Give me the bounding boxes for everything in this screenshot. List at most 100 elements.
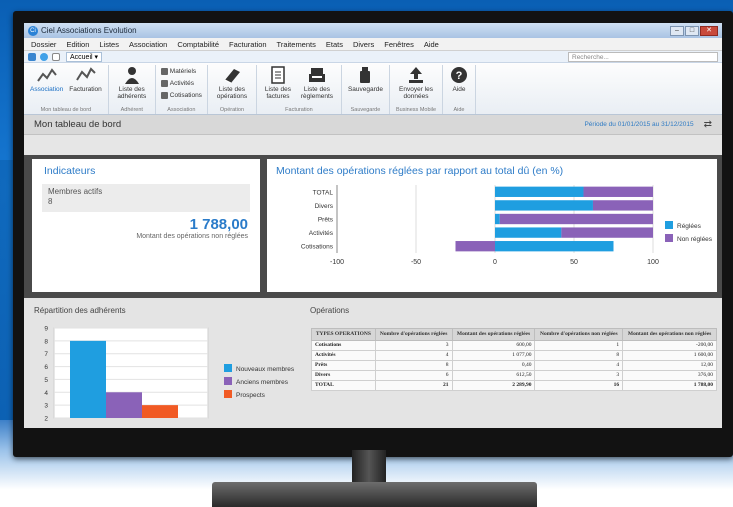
- ribbon-group-business-mobile: Envoyer les données Business Mobile: [390, 65, 443, 114]
- bar-réglées: [495, 186, 584, 197]
- document-icon[interactable]: [52, 52, 60, 61]
- bar-prospects: [142, 405, 178, 418]
- liste-factures-button[interactable]: Liste des factures: [263, 65, 293, 106]
- menu-etats[interactable]: Etats: [321, 40, 348, 49]
- activites-button[interactable]: Activités: [160, 79, 202, 87]
- ribbon-group-aide: ? Aide Aide: [443, 65, 476, 114]
- cotisation-icon: [160, 91, 168, 99]
- unpaid-amount: 1 788,00: [189, 216, 248, 233]
- app-logo-icon: Ci: [28, 25, 38, 36]
- bar-anciens-membres: [106, 392, 142, 418]
- table-total-row: TOTAL 21 2 289,90 16 1 788,00: [311, 379, 717, 391]
- table-row: Cotisations 3 600,00 1 -200,00: [311, 339, 717, 351]
- indicators-title: Indicateurs: [44, 165, 96, 177]
- sauvegarde-button[interactable]: Sauvegarde: [348, 65, 383, 106]
- category-label: Activités: [309, 230, 334, 237]
- menu-divers[interactable]: Divers: [348, 40, 379, 49]
- paid-ratio-chart-title: Montant des opérations réglées par rappo…: [276, 165, 564, 177]
- table-cell: 8: [374, 359, 453, 371]
- envoyer-donnees-button[interactable]: Envoyer les données: [396, 65, 436, 106]
- operations-title: Opérations: [310, 306, 350, 315]
- bar-réglées: [495, 213, 500, 225]
- ribbon-group-operation: Liste des opérations Opération: [208, 65, 257, 114]
- accueil-tab[interactable]: Accueil ▾: [66, 51, 103, 62]
- cotisations-button[interactable]: Cotisations: [160, 91, 202, 99]
- y-tick-label: 2: [44, 416, 48, 423]
- home-icon[interactable]: [28, 52, 36, 61]
- ribbon-group-label: Facturation: [285, 107, 313, 113]
- table-cell: Prêts: [311, 359, 376, 371]
- materiels-button[interactable]: Matériels: [160, 67, 202, 75]
- association-dashboard-button[interactable]: Association: [30, 65, 63, 106]
- close-button[interactable]: ✕: [700, 25, 718, 36]
- x-tick-label: -50: [411, 259, 421, 266]
- period-link[interactable]: Période du 01/01/2015 au 31/12/2015: [584, 121, 693, 128]
- window-title: Ciel Associations Evolution: [41, 26, 137, 35]
- x-tick-label: 0: [493, 259, 497, 266]
- refresh-icon[interactable]: ⇄: [704, 119, 712, 130]
- payment-icon: [307, 65, 327, 85]
- menu-comptabilite[interactable]: Comptabilité: [172, 40, 224, 49]
- table-cell: 1: [534, 339, 624, 351]
- menu-association[interactable]: Association: [124, 40, 172, 49]
- help-icon: ?: [449, 65, 469, 85]
- category-label: Divers: [315, 203, 334, 210]
- menu-listes[interactable]: Listes: [94, 40, 124, 49]
- operations-header-row: TYPES OPERATIONS Nombre d'opérations rég…: [311, 328, 717, 341]
- bar-non-réglées: [592, 200, 653, 211]
- menu-fenetres[interactable]: Fenêtres: [379, 40, 419, 49]
- ribbon-group-sauvegarde: Sauvegarde Sauvegarde: [342, 65, 390, 114]
- table-cell: 612,50: [451, 369, 536, 381]
- app-window: Ci Ciel Associations Evolution – □ ✕ Dos…: [24, 23, 722, 428]
- aide-button[interactable]: ? Aide: [449, 65, 469, 106]
- table-cell: Activités: [311, 349, 376, 361]
- bar-réglées: [495, 241, 614, 252]
- bar-nouveaux-membres: [70, 340, 106, 418]
- lower-panel: Répartition des adhérents 2 3 4 5 6 7 8 9 Nouvea…: [24, 298, 722, 428]
- maximize-button[interactable]: □: [685, 25, 699, 36]
- ribbon-group-label: Adhérent: [120, 107, 143, 113]
- y-tick-label: 9: [44, 326, 48, 333]
- activity-icon: [160, 79, 168, 87]
- quick-access-bar: Accueil ▾ Recherche...: [24, 51, 722, 63]
- table-row: Activités 4 1 077,00 8 1 600,00: [311, 349, 717, 361]
- col-nb-non-reglees: Nombre d'opérations non réglées: [534, 328, 624, 341]
- ribbon-group-dashboard: Association Facturation Mon tableau de b…: [24, 65, 109, 114]
- bar-non-réglées: [561, 227, 653, 238]
- col-nb-reglees: Nombre d'opérations réglées: [374, 328, 453, 341]
- ribbon-group-label: Sauvegarde: [350, 107, 381, 113]
- menu-edition[interactable]: Edition: [61, 40, 94, 49]
- liste-operations-button[interactable]: Liste des opérations: [214, 65, 250, 106]
- trend-chart-icon: [36, 65, 57, 85]
- page-header: Mon tableau de bord Période du 01/01/201…: [24, 115, 722, 135]
- facturation-dashboard-button[interactable]: Facturation: [69, 65, 102, 106]
- menu-facturation[interactable]: Facturation: [224, 40, 272, 49]
- unpaid-amount-label: Montant des opérations non réglées: [136, 233, 248, 240]
- liste-reglements-button[interactable]: Liste des règlements: [299, 65, 335, 106]
- table-cell: 6: [374, 369, 453, 381]
- table-cell: 16: [534, 379, 624, 391]
- x-tick-label: 100: [647, 259, 659, 266]
- table-cell: 1 600,00: [622, 349, 717, 361]
- y-tick-label: 3: [44, 403, 48, 410]
- help-circle-icon[interactable]: [40, 52, 48, 61]
- menu-traitements[interactable]: Traitements: [272, 40, 321, 49]
- paid-ratio-chart-card: Montant des opérations réglées par rappo…: [267, 159, 717, 292]
- liste-adherents-button[interactable]: Liste des adhérents: [115, 65, 149, 106]
- bar-réglées: [495, 227, 562, 238]
- search-input[interactable]: Recherche...: [568, 51, 718, 62]
- table-cell: Cotisations: [311, 339, 376, 351]
- page-title: Mon tableau de bord: [34, 119, 122, 130]
- title-bar: Ci Ciel Associations Evolution – □ ✕: [24, 23, 722, 38]
- menu-aide[interactable]: Aide: [419, 40, 444, 49]
- table-cell: -200,00: [622, 339, 717, 351]
- bar-réglées: [495, 200, 593, 211]
- trend-chart-icon: [75, 65, 96, 85]
- table-row: Divers 6 612,50 3 376,00: [311, 369, 717, 381]
- svg-text:?: ?: [456, 70, 463, 82]
- monitor-stand-neck: [352, 450, 386, 484]
- menu-dossier[interactable]: Dossier: [26, 40, 61, 49]
- legend-label: Prospects: [236, 392, 266, 399]
- indicators-card: Indicateurs Membres actifs 8 1 788,00 Mo…: [32, 159, 260, 292]
- minimize-button[interactable]: –: [670, 25, 684, 36]
